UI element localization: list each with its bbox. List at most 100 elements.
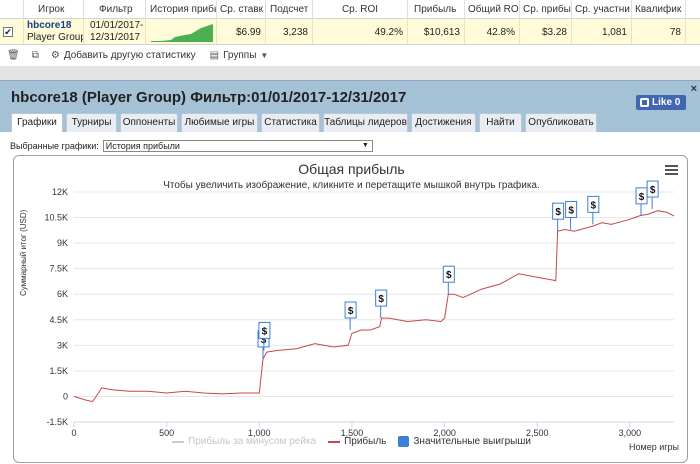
col-avg-roi[interactable]: Ср. ROI bbox=[313, 0, 408, 19]
chart-select-value: История прибыли bbox=[105, 141, 180, 151]
big-win-flag-label: $ bbox=[378, 294, 384, 305]
tab-search[interactable]: Найти bbox=[479, 113, 522, 132]
legend-item-big-wins[interactable]: Значительные выигрыши bbox=[398, 436, 531, 447]
y-tick-label: 3K bbox=[57, 340, 68, 350]
legend-label-big-wins: Значительные выигрыши bbox=[413, 436, 531, 447]
qualify-value: 78 bbox=[632, 19, 686, 45]
player-name-link[interactable]: hbcore18 bbox=[27, 20, 83, 32]
settings-icon: ⚙ bbox=[50, 49, 60, 61]
dialog-body: Выбранные графики: История прибыли ▼ Общ… bbox=[0, 132, 700, 464]
legend-item-profit[interactable]: Прибыль bbox=[328, 436, 386, 447]
y-tick-label: 0 bbox=[63, 391, 68, 401]
chart-selector-label: Выбранные графики: bbox=[10, 141, 99, 151]
chart-select[interactable]: История прибыли ▼ bbox=[102, 140, 373, 152]
table-row[interactable]: ✔ hbcore18 Player Group 01/01/2017- 12/3… bbox=[0, 19, 700, 45]
col-qualify[interactable]: Квалифик bbox=[632, 0, 686, 19]
stats-dialog: hbcore18 (Player Group) Фильтр:01/01/201… bbox=[0, 80, 700, 464]
row-checkbox[interactable]: ✔ bbox=[3, 27, 13, 37]
delete-button[interactable]: 🗑 bbox=[7, 50, 24, 61]
trash-icon: 🗑 bbox=[7, 49, 20, 61]
dialog-title: hbcore18 (Player Group) Фильтр:01/01/201… bbox=[11, 89, 407, 106]
filter-cell: 01/01/2017- 12/31/2017 bbox=[84, 19, 146, 45]
col-total-roi[interactable]: Общий ROI bbox=[465, 0, 520, 19]
tab-statistics[interactable]: Статистика bbox=[261, 113, 320, 132]
avg-entrants-value: 1,081 bbox=[572, 19, 632, 45]
y-tick-label: 7.5K bbox=[49, 264, 68, 274]
facebook-like-button[interactable]: Like 0 bbox=[636, 95, 686, 110]
col-filter[interactable]: Фильтр bbox=[84, 0, 146, 19]
clone-button[interactable]: ⧉ bbox=[32, 50, 43, 61]
y-tick-label: 6K bbox=[57, 289, 68, 299]
col-avg-entrants[interactable]: Ср. участни bbox=[572, 0, 632, 19]
legend-item-net-rake[interactable]: Прибыль за минусом рейка bbox=[172, 436, 316, 447]
dropdown-arrow-icon: ▼ bbox=[361, 142, 369, 149]
legend-swatch-big-wins bbox=[398, 436, 410, 447]
col-avg-stake[interactable]: Ср. ставк bbox=[217, 0, 266, 19]
col-player[interactable]: Игрок bbox=[24, 0, 84, 19]
legend-swatch-net-rake bbox=[172, 440, 185, 443]
player-cell: hbcore18 Player Group bbox=[24, 19, 84, 45]
chart-container[interactable]: Общая прибыль Чтобы увеличить изображени… bbox=[13, 155, 688, 463]
add-stats-label: Добавить другую статистику bbox=[63, 49, 196, 61]
big-win-flag-label: $ bbox=[650, 185, 656, 196]
tab-favorite-games[interactable]: Любимые игры bbox=[181, 113, 258, 132]
avg-roi-value: 49.2% bbox=[313, 19, 408, 45]
big-win-flag-label: $ bbox=[555, 207, 561, 218]
filter-line-1: 01/01/2017- bbox=[90, 20, 144, 31]
profit-series-line[interactable] bbox=[73, 210, 675, 403]
chart-legend: Прибыль за минусом рейка Прибыль Значите… bbox=[14, 436, 687, 447]
col-count[interactable]: Подсчет bbox=[266, 0, 313, 19]
x-axis-title: Номер игры bbox=[629, 442, 679, 452]
copy-icon: ⧉ bbox=[31, 49, 39, 61]
tab-publish[interactable]: Опубликовать bbox=[525, 113, 597, 132]
profit-value: $10,613 bbox=[408, 19, 465, 45]
col-profit-history[interactable]: История прибыл bbox=[146, 0, 217, 19]
y-tick-label: -1.5K bbox=[46, 417, 68, 427]
chart-plot-area[interactable]: -1.5K01.5K3K4.5K6K7.5K9K10.5K12K0 500 1,00… bbox=[14, 156, 688, 463]
col-avg-profit[interactable]: Ср. прибы bbox=[520, 0, 572, 19]
filter-line-2: 12/31/2017 bbox=[90, 32, 141, 43]
close-icon[interactable]: × bbox=[691, 84, 697, 95]
stats-grid: Игрок Фильтр История прибыл Ср. ставк По… bbox=[0, 0, 700, 65]
tab-charts[interactable]: Графики bbox=[11, 113, 63, 132]
big-win-flag-label: $ bbox=[568, 205, 574, 216]
total-roi-value: 42.8% bbox=[465, 19, 520, 45]
tab-tournaments[interactable]: Турниры bbox=[66, 113, 117, 132]
grid-divider bbox=[0, 66, 700, 80]
count-value: 3,238 bbox=[266, 19, 313, 45]
y-tick-label: 9K bbox=[57, 238, 68, 248]
tab-bar: Графики Турниры Оппоненты Любимые игры С… bbox=[0, 111, 700, 132]
big-win-flag-label: $ bbox=[591, 200, 597, 211]
like-label: Like 0 bbox=[652, 97, 681, 108]
col-profit[interactable]: Прибыль bbox=[408, 0, 465, 19]
legend-label-profit: Прибыль bbox=[344, 436, 387, 447]
groups-label: Группы bbox=[223, 49, 257, 61]
groups-button[interactable]: ▤ Группы ▼ bbox=[210, 50, 273, 61]
tab-opponents[interactable]: Оппоненты bbox=[120, 113, 178, 132]
big-win-flag-label: $ bbox=[348, 306, 354, 317]
grid-header-select bbox=[0, 0, 24, 19]
avg-stake-value: $6.99 bbox=[217, 19, 266, 45]
row-checkbox-cell: ✔ bbox=[0, 19, 24, 45]
chart-selector-row: Выбранные графики: История прибыли ▼ bbox=[10, 140, 373, 152]
legend-swatch-profit bbox=[328, 440, 341, 443]
tab-achievements[interactable]: Достижения bbox=[411, 113, 476, 132]
avg-profit-value: $3.28 bbox=[520, 19, 572, 45]
big-win-flag-label: $ bbox=[262, 326, 268, 337]
col-scroll bbox=[686, 0, 700, 19]
profit-sparkline bbox=[151, 24, 213, 42]
grid-header: Игрок Фильтр История прибыл Ср. ставк По… bbox=[0, 0, 700, 19]
big-win-flag-label: $ bbox=[639, 192, 645, 203]
add-stats-button[interactable]: ⚙ Добавить другую статистику bbox=[51, 50, 196, 61]
group-icon: ▤ bbox=[209, 49, 220, 61]
legend-label-net-rake: Прибыль за минусом рейка bbox=[188, 436, 317, 447]
y-tick-label: 12K bbox=[52, 187, 68, 197]
y-tick-label: 1.5K bbox=[49, 366, 68, 376]
y-tick-label: 4.5K bbox=[49, 315, 68, 325]
dialog-header: hbcore18 (Player Group) Фильтр:01/01/201… bbox=[0, 81, 700, 111]
big-win-flag-label: $ bbox=[446, 270, 452, 281]
facebook-icon bbox=[640, 98, 649, 107]
tab-leaderboards[interactable]: Таблицы лидеров bbox=[323, 113, 408, 132]
grid-toolbar: 🗑 ⧉ ⚙ Добавить другую статистику ▤ Групп… bbox=[0, 45, 700, 65]
profit-history-cell bbox=[146, 19, 217, 45]
